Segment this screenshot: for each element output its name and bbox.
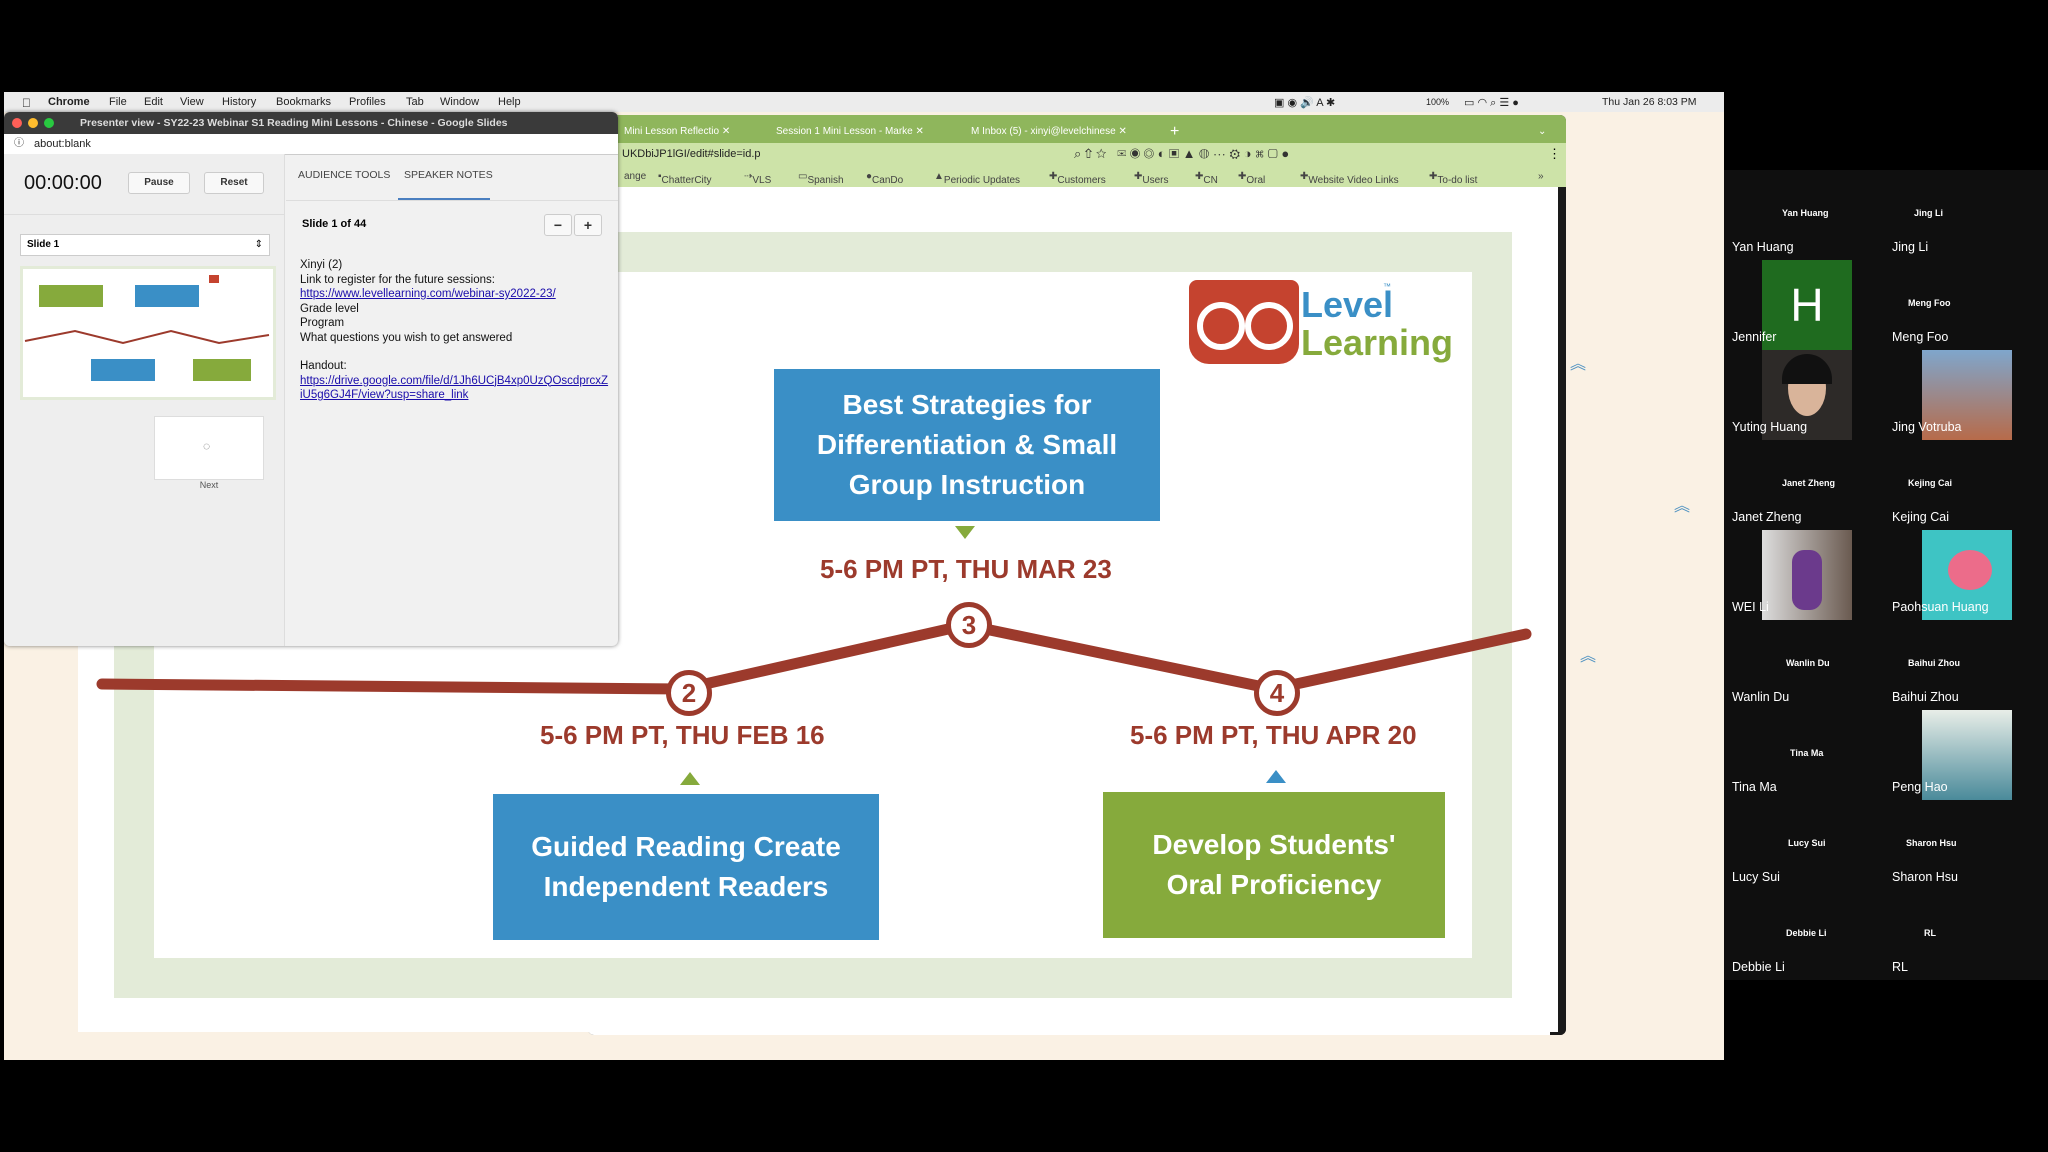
participants-panel: Yan Huang Yan Huang Jing Li Jing Li H Je… <box>1724 170 2048 980</box>
slide-counter: Slide 1 of 44 <box>302 218 367 230</box>
participant-name[interactable]: Debbie Li <box>1732 960 1785 974</box>
presenter-left-pane: 00:00:00 Pause Reset Slide 1 ⇕ ◌ Next <box>4 154 285 646</box>
book-glasses-icon <box>1189 280 1299 364</box>
participant-top-name: Wanlin Du <box>1786 658 1830 668</box>
participant-name[interactable]: Wanlin Du <box>1732 690 1789 704</box>
participant-top-name: Debbie Li <box>1786 928 1827 938</box>
session-2-title: Guided Reading Create Independent Reader… <box>531 831 841 902</box>
notes-line: Link to register for the future sessions… <box>300 273 495 286</box>
tab-audience-tools[interactable]: AUDIENCE TOOLS <box>298 169 390 181</box>
participant-video <box>1762 530 1852 620</box>
participant-name[interactable]: Baihui Zhou <box>1892 690 1959 704</box>
maximize-icon[interactable] <box>44 118 54 128</box>
session-3-title: Best Strategies for Differentiation & Sm… <box>816 389 1118 500</box>
session-3-date: 5-6 PM PT, THU MAR 23 <box>820 554 1112 584</box>
session-2-box: Guided Reading Create Independent Reader… <box>493 794 879 940</box>
arrow-down-icon <box>955 526 975 539</box>
participant-top-name: Yan Huang <box>1782 208 1829 218</box>
participant-name[interactable]: Peng Hao <box>1892 780 1948 794</box>
participant-top-name: Tina Ma <box>1790 748 1824 758</box>
participant-top-name: Janet Zheng <box>1782 478 1836 488</box>
reset-button[interactable]: Reset <box>204 172 264 194</box>
info-icon[interactable]: ⓘ <box>14 134 24 154</box>
logo-text-level: Level <box>1301 284 1394 325</box>
notes-line: What questions you wish to get answered <box>300 331 513 344</box>
participant-top-name: RL <box>1924 928 1936 938</box>
next-slide-thumbnail[interactable]: ◌ <box>154 416 264 480</box>
participant-name[interactable]: Janet Zheng <box>1732 510 1802 524</box>
slide-select[interactable]: Slide 1 ⇕ <box>20 234 270 256</box>
next-label: Next <box>199 480 219 490</box>
session-2-date: 5-6 PM PT, THU FEB 16 <box>540 720 825 750</box>
arrow-up-icon <box>1266 770 1286 783</box>
decorative-bird-icon: ︽ <box>1674 498 1691 515</box>
participant-name[interactable]: Sharon Hsu <box>1892 870 1958 884</box>
shared-screen:  Chrome File Edit View History Bookmark… <box>4 92 1724 1060</box>
notes-line: Grade level <box>300 302 359 315</box>
presenter-timer: 00:00:00 <box>24 172 102 194</box>
presenter-url[interactable]: about:blank <box>34 134 91 154</box>
close-icon[interactable] <box>12 118 22 128</box>
participant-name[interactable]: Meng Foo <box>1892 330 1948 344</box>
participant-top-name: Lucy Sui <box>1788 838 1826 848</box>
participant-name[interactable]: Kejing Cai <box>1892 510 1949 524</box>
logo-trademark: ™ <box>1383 282 1391 291</box>
participant-top-name: Kejing Cai <box>1908 478 1953 488</box>
participant-top-name: Meng Foo <box>1908 298 1951 308</box>
session-4-date: 5-6 PM PT, THU APR 20 <box>1130 720 1417 750</box>
presenter-url-bar: ⓘ about:blank <box>4 134 618 155</box>
participant-name[interactable]: WEI Li <box>1732 600 1769 614</box>
session-4-title: Develop Students' Oral Proficiency <box>1152 829 1396 900</box>
handout-label: Handout: <box>300 360 347 372</box>
participant-name[interactable]: Lucy Sui <box>1732 870 1780 884</box>
session-4-number: 4 <box>1254 670 1300 716</box>
current-slide-thumbnail[interactable] <box>20 266 276 400</box>
minimize-icon[interactable] <box>28 118 38 128</box>
session-4-box: Develop Students' Oral Proficiency <box>1103 792 1445 938</box>
participant-top-name: Jing Li <box>1914 208 1943 218</box>
participant-name[interactable]: Tina Ma <box>1732 780 1777 794</box>
tab-speaker-notes[interactable]: SPEAKER NOTES <box>404 169 493 181</box>
zoom-out-button[interactable]: − <box>544 214 572 236</box>
participant-name[interactable]: Paohsuan Huang <box>1892 600 1989 614</box>
presenter-title: Presenter view - SY22-23 Webinar S1 Read… <box>80 117 508 129</box>
decorative-bird-icon: ︽ <box>1580 648 1597 665</box>
register-link[interactable]: https://www.levellearning.com/webinar-sy… <box>300 288 556 300</box>
arrow-up-icon <box>680 772 700 785</box>
speaker-notes: Xinyi (2) Link to register for the futur… <box>300 258 610 403</box>
participant-name[interactable]: Jing Li <box>1892 240 1928 254</box>
notes-line: Program <box>300 317 345 329</box>
presenter-titlebar: Presenter view - SY22-23 Webinar S1 Read… <box>4 112 618 134</box>
decorative-bird-icon: ︽ <box>1570 356 1587 373</box>
loading-spinner-icon: ◌ <box>203 439 211 453</box>
participant-top-name: Sharon Hsu <box>1906 838 1957 848</box>
participant-name[interactable]: RL <box>1892 960 1908 974</box>
handout-link[interactable]: https://drive.google.com/file/d/1Jh6UCjB… <box>300 374 610 403</box>
pause-button[interactable]: Pause <box>128 172 190 194</box>
level-learning-logo: Level Learning ™ <box>1189 280 1469 370</box>
zoom-in-button[interactable]: + <box>574 214 602 236</box>
presenter-view-window: Presenter view - SY22-23 Webinar S1 Read… <box>4 112 618 646</box>
session-2-number: 2 <box>666 670 712 716</box>
participant-name[interactable]: Jing Votruba <box>1892 420 1962 434</box>
session-3-box: Best Strategies for Differentiation & Sm… <box>774 369 1160 521</box>
participant-top-name: Baihui Zhou <box>1908 658 1960 668</box>
chevron-updown-icon: ⇕ <box>254 239 263 250</box>
participant-name[interactable]: Yuting Huang <box>1732 420 1807 434</box>
logo-text-learning: Learning <box>1301 322 1454 363</box>
session-3-number: 3 <box>946 602 992 648</box>
participant-name[interactable]: Yan Huang <box>1732 240 1794 254</box>
participant-name[interactable]: Jennifer <box>1732 330 1776 344</box>
notes-line: Xinyi (2) <box>300 259 343 271</box>
